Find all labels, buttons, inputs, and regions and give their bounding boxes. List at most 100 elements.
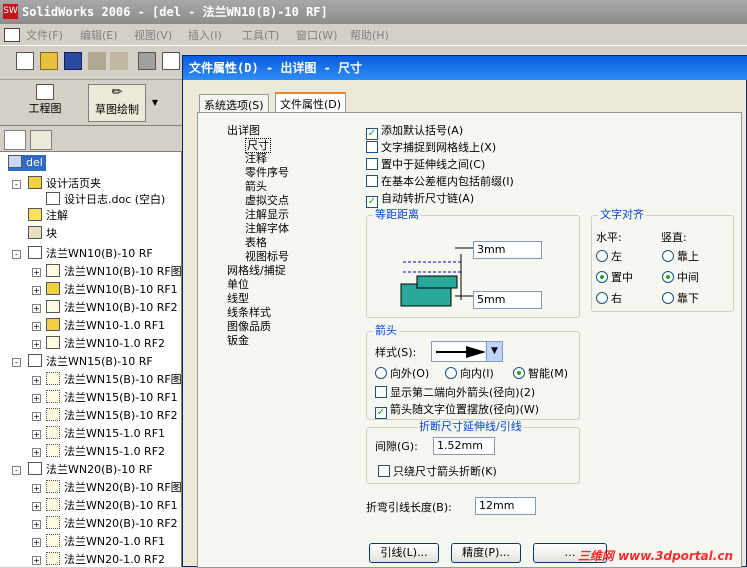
menu-help[interactable]: 帮助(H)	[350, 27, 389, 43]
tree-item[interactable]: 法兰WN15(B)-10 RF2	[46, 408, 178, 424]
tab-system-options[interactable]: 系统选项(S)	[199, 94, 269, 112]
precision-button[interactable]: 精度(P)...	[451, 543, 521, 563]
menu-file[interactable]: 文件(F)	[26, 27, 63, 43]
expand-icon[interactable]: +	[32, 538, 41, 547]
expand-icon[interactable]: -	[12, 358, 21, 367]
prop-item[interactable]: 零件序号	[245, 166, 289, 179]
radio-align-middle[interactable]: 中间	[662, 271, 699, 284]
prop-item[interactable]: 视图标号	[245, 250, 289, 263]
tree-item[interactable]: 法兰WN20(B)-10 RF图	[46, 480, 182, 496]
sketch-button[interactable]: ✏ 草图绘制	[88, 84, 146, 122]
tree-item[interactable]: 设计日志.doc (空白)	[46, 192, 182, 208]
expand-icon[interactable]: +	[32, 394, 41, 403]
tree-item[interactable]: 法兰WN10(B)-10 RF2	[46, 300, 178, 316]
tree-item[interactable]: 法兰WN15(B)-10 RF	[28, 354, 153, 370]
preview-icon[interactable]	[162, 52, 180, 70]
radio-arrow-out[interactable]: 向外(O)	[375, 367, 429, 380]
chevron-down-icon[interactable]: ▼	[486, 342, 502, 361]
tree-item[interactable]: 注解	[28, 208, 68, 224]
prop-item[interactable]: 注释	[245, 152, 267, 165]
expand-icon[interactable]: +	[32, 412, 41, 421]
expand-icon[interactable]: +	[32, 322, 41, 331]
prop-item-selected[interactable]: 尺寸	[245, 138, 271, 153]
tree-item[interactable]: 块	[28, 226, 57, 242]
print-icon[interactable]	[138, 52, 156, 70]
expand-icon[interactable]: -	[12, 466, 21, 475]
tree-item[interactable]: 法兰WN20(B)-10 RF1	[46, 498, 178, 514]
prop-item[interactable]: 注解显示	[245, 208, 289, 221]
menu-view[interactable]: 视图(V)	[134, 27, 172, 43]
tree-item[interactable]: 法兰WN15-1.0 RF2	[46, 444, 165, 460]
prop-item[interactable]: 出详图	[227, 124, 260, 137]
prop-item[interactable]: 注解字体	[245, 222, 289, 235]
tree-item[interactable]: 法兰WN20(B)-10 RF2	[46, 516, 178, 532]
prop-item[interactable]: 线型	[227, 292, 249, 305]
radio-align-right[interactable]: 右	[596, 292, 622, 305]
tree-item[interactable]: 法兰WN20(B)-10 RF	[28, 462, 153, 478]
tree-item[interactable]: 法兰WN15(B)-10 RF1	[46, 390, 178, 406]
expand-icon[interactable]: +	[32, 268, 41, 277]
menu-edit[interactable]: 编辑(E)	[80, 27, 118, 43]
checkbox-default-parentheses[interactable]: ✓ 添加默认括号(A)	[366, 124, 463, 140]
checkbox-snap-grid[interactable]: 文字捕捉到网格线上(X)	[366, 141, 496, 154]
rebuild-icon[interactable]	[88, 52, 106, 70]
prop-item[interactable]: 线条样式	[227, 306, 271, 319]
tree-item[interactable]: 法兰WN15(B)-10 RF图	[46, 372, 182, 388]
drawing-button[interactable]: 工程图	[22, 84, 68, 122]
offset-input-2[interactable]: 5mm	[473, 291, 542, 309]
bent-leader-input[interactable]: 12mm	[475, 497, 536, 515]
expand-icon[interactable]: -	[12, 180, 21, 189]
prop-item[interactable]: 表格	[245, 236, 267, 249]
radio-arrow-in[interactable]: 向内(I)	[445, 367, 494, 380]
tab-document-properties[interactable]: 文件属性(D)	[275, 92, 347, 112]
property-manager-tab-icon[interactable]	[30, 130, 52, 150]
tree-item[interactable]: 法兰WN10-1.0 RF2	[46, 336, 165, 352]
tree-item[interactable]: 法兰WN10(B)-10 RF1	[46, 282, 178, 298]
gap-input[interactable]: 1.52mm	[433, 437, 495, 455]
tree-item[interactable]: 法兰WN10(B)-10 RF图	[46, 264, 182, 280]
offset-input-1[interactable]: 3mm	[473, 241, 542, 259]
arrow-style-select[interactable]: ▼	[431, 341, 503, 362]
tree-item[interactable]: 法兰WN15-1.0 RF1	[46, 426, 165, 442]
prop-item[interactable]: 箭头	[245, 180, 267, 193]
expand-icon[interactable]: -	[12, 250, 21, 259]
tree-item[interactable]: 法兰WN20-1.0 RF1	[46, 534, 165, 550]
radio-align-center[interactable]: 置中	[596, 271, 633, 284]
expand-icon[interactable]: +	[32, 304, 41, 313]
expand-icon[interactable]: +	[32, 286, 41, 295]
dropdown-arrow-icon[interactable]: ▼	[150, 98, 160, 110]
checkbox-include-prefix[interactable]: 在基本公差框内包括前缀(I)	[366, 175, 514, 188]
checkbox-break-arrow-only[interactable]: 只绕尺寸箭头折断(K)	[378, 465, 497, 478]
prop-item[interactable]: 图像品质	[227, 320, 271, 333]
checkbox-auto-jog[interactable]: ✓ 自动转折尺寸链(A)	[366, 192, 474, 208]
checkbox-second-arrow[interactable]: 显示第二端向外箭头(径向)(2)	[375, 386, 535, 399]
expand-icon[interactable]: +	[32, 376, 41, 385]
tree-item[interactable]: 法兰WN20-1.0 RF2	[46, 552, 165, 568]
tree-item[interactable]: 法兰WN10-1.0 RF1	[46, 318, 165, 334]
prop-item[interactable]: 单位	[227, 278, 249, 291]
tree-item[interactable]: 设计活页夹	[28, 176, 101, 192]
checkbox-center-extension[interactable]: 置中于延伸线之间(C)	[366, 158, 485, 171]
expand-icon[interactable]: +	[32, 430, 41, 439]
radio-arrow-smart[interactable]: 智能(M)	[513, 367, 568, 380]
tree-root[interactable]: del	[8, 155, 46, 171]
menu-insert[interactable]: 插入(I)	[188, 27, 222, 43]
checkbox-follow-text[interactable]: ✓ 箭头随文字位置摆放(径向)(W)	[375, 403, 539, 419]
expand-icon[interactable]: +	[32, 520, 41, 529]
expand-icon[interactable]: +	[32, 340, 41, 349]
expand-icon[interactable]: +	[32, 556, 41, 565]
open-icon[interactable]	[40, 52, 58, 70]
feature-manager-tab-icon[interactable]	[4, 130, 26, 150]
save-icon[interactable]	[64, 52, 82, 70]
expand-icon[interactable]: +	[32, 448, 41, 457]
prop-item[interactable]: 网格线/捕捉	[227, 264, 286, 277]
options-icon[interactable]	[110, 52, 128, 70]
radio-align-top[interactable]: 靠上	[662, 250, 699, 263]
doc-menu-icon[interactable]	[4, 28, 20, 42]
tree-item[interactable]: 法兰WN10(B)-10 RF	[28, 246, 153, 262]
prop-item[interactable]: 虚拟交点	[245, 194, 289, 207]
menu-tools[interactable]: 工具(T)	[242, 27, 279, 43]
new-icon[interactable]	[16, 52, 34, 70]
radio-align-bottom[interactable]: 靠下	[662, 292, 699, 305]
prop-item[interactable]: 钣金	[227, 334, 249, 347]
